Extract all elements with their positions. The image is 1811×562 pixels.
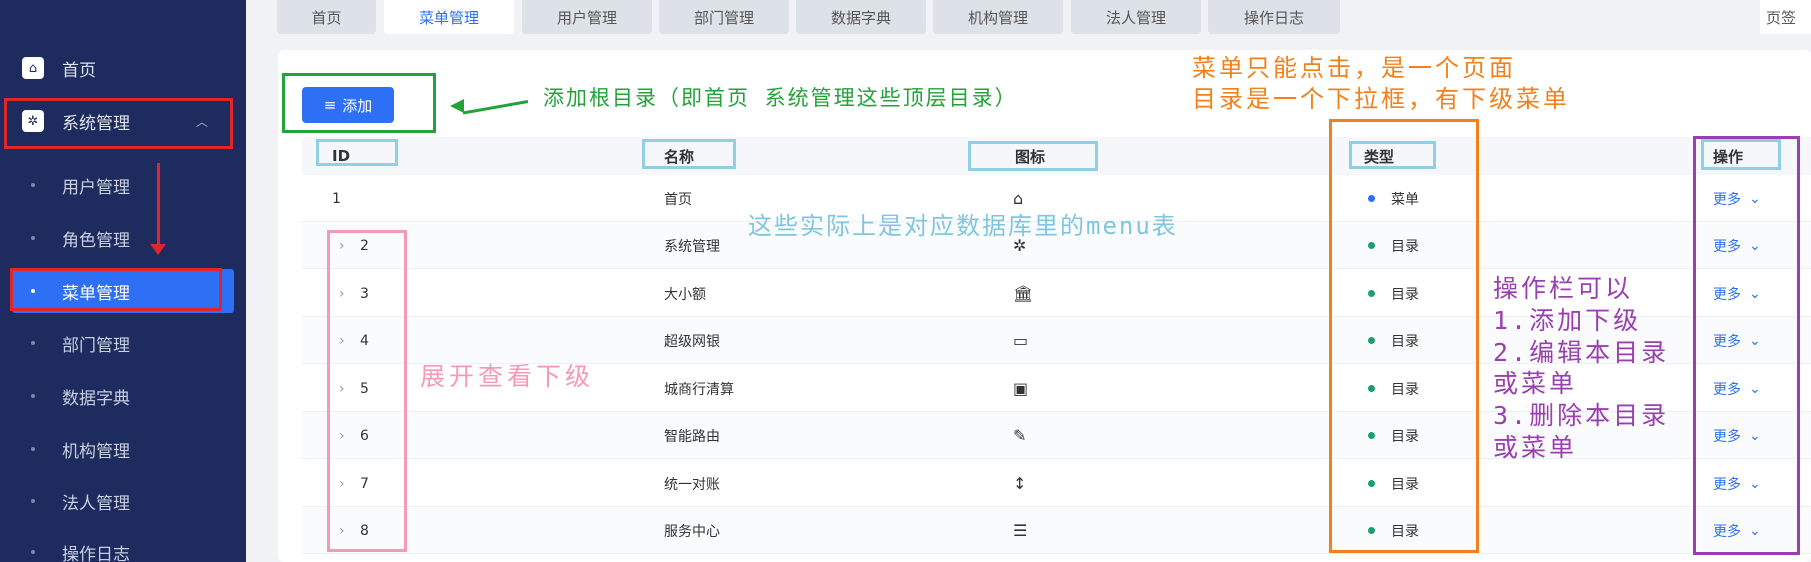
- plug-icon: ✎: [1013, 426, 1027, 445]
- annotation-directory-note: 目录是一个下拉框，有下级菜单: [1192, 85, 1570, 113]
- home-icon: ⌂: [22, 57, 44, 79]
- annotation-red-box-menus: [10, 268, 222, 311]
- annotation-pink-box-expand: [327, 230, 407, 552]
- tab-departments[interactable]: 部门管理: [659, 0, 789, 34]
- annotation-green-box-add: [282, 73, 436, 133]
- row-name: 大小额: [664, 286, 706, 303]
- annotation-expand-note: 展开查看下级: [420, 362, 595, 391]
- row-name: 系统管理: [664, 238, 720, 255]
- sliders-icon: ☰: [1013, 521, 1028, 540]
- tab-dictionary[interactable]: 数据字典: [796, 0, 926, 34]
- sidebar-item-label: 首页: [62, 60, 96, 81]
- annotation-ops-note-line-2: 1.添加下级: [1493, 306, 1642, 335]
- sidebar-item-label: 法人管理: [62, 493, 130, 514]
- annotation-ops-note-line-6: 或菜单: [1493, 433, 1578, 462]
- bullet-icon: [31, 341, 35, 345]
- row-name: 服务中心: [664, 523, 720, 540]
- annotation-ops-note-line-1: 操作栏可以: [1493, 274, 1634, 303]
- tab-institutions[interactable]: 机构管理: [933, 0, 1063, 34]
- annotation-orange-box-type: [1329, 119, 1479, 553]
- sidebar-item-legal-persons[interactable]: 法人管理: [0, 479, 246, 523]
- annotation-green-arrow-head: [450, 99, 464, 113]
- row-name: 首页: [664, 191, 692, 208]
- sidebar-item-institutions[interactable]: 机构管理: [0, 427, 246, 471]
- bullet-icon: [31, 183, 35, 187]
- bullet-icon: [31, 447, 35, 451]
- tabs-more-button[interactable]: 页签: [1760, 0, 1811, 34]
- bank-icon: 🏛: [1013, 284, 1034, 303]
- annotation-ops-note-line-5: 3.删除本目录: [1493, 401, 1670, 430]
- annotation-blue-box-name: [642, 139, 736, 169]
- sidebar-item-operation-log[interactable]: 操作日志: [0, 530, 246, 562]
- annotation-blue-box-icon: [968, 141, 1098, 171]
- row-id: 1: [332, 190, 341, 207]
- sidebar-item-label: 数据字典: [62, 388, 130, 409]
- annotation-db-note: 这些实际上是对应数据库里的menu表: [748, 212, 1178, 240]
- row-name: 统一对账: [664, 476, 720, 493]
- sidebar-item-home[interactable]: ⌂ 首页: [0, 45, 246, 91]
- bullet-icon: [31, 236, 35, 240]
- tab-operation-log[interactable]: 操作日志: [1208, 0, 1340, 34]
- annotation-blue-box-id: [316, 139, 398, 166]
- row-name: 超级网银: [664, 333, 720, 350]
- sidebar-item-label: 操作日志: [62, 544, 130, 562]
- annotation-ops-note-line-4: 或菜单: [1493, 369, 1578, 398]
- credit-card-icon: ▭: [1013, 331, 1029, 350]
- bullet-icon: [31, 394, 35, 398]
- sidebar-item-label: 机构管理: [62, 441, 130, 462]
- sidebar-item-departments[interactable]: 部门管理: [0, 321, 246, 365]
- bullet-icon: [31, 550, 35, 554]
- calculator-icon: ▣: [1013, 379, 1029, 398]
- row-name: 智能路由: [664, 428, 720, 445]
- tab-menus[interactable]: 菜单管理: [384, 0, 514, 34]
- sidebar-item-roles[interactable]: 角色管理: [0, 216, 246, 260]
- annotation-add-note: 添加根目录（即首页 系统管理这些顶层目录）: [543, 86, 1018, 110]
- sidebar-item-users[interactable]: 用户管理: [0, 163, 246, 207]
- sidebar-item-label: 用户管理: [62, 177, 130, 198]
- sidebar-item-label: 角色管理: [62, 230, 130, 251]
- sort-icon: ↕: [1013, 474, 1027, 493]
- annotation-menu-note: 菜单只能点击，是一个页面: [1192, 54, 1516, 82]
- bullet-icon: [31, 499, 35, 503]
- annotation-red-arrow-line: [157, 163, 160, 247]
- sidebar-item-dictionary[interactable]: 数据字典: [0, 374, 246, 418]
- annotation-purple-box-actions: [1693, 136, 1800, 555]
- tab-home[interactable]: 首页: [277, 0, 376, 34]
- row-name: 城商行清算: [664, 381, 734, 398]
- tab-users[interactable]: 用户管理: [522, 0, 652, 34]
- sidebar-item-label: 部门管理: [62, 335, 130, 356]
- annotation-red-arrow-head: [150, 244, 166, 255]
- table-row[interactable]: [302, 507, 1811, 554]
- table-row[interactable]: [302, 460, 1811, 507]
- tab-legal-persons[interactable]: 法人管理: [1071, 0, 1201, 34]
- annotation-red-box-system: [4, 98, 233, 149]
